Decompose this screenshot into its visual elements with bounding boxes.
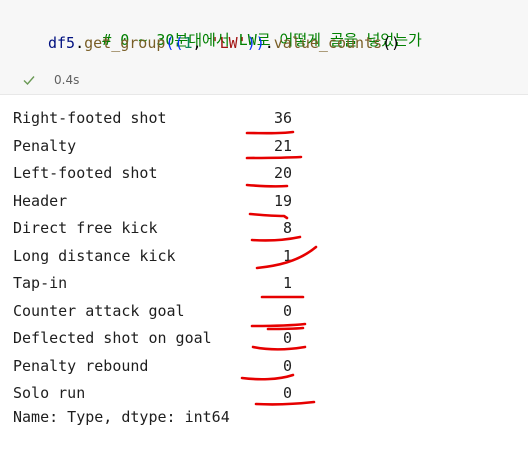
code-variable: df5 — [48, 34, 76, 52]
code-paren-close-outer: ) — [255, 34, 265, 52]
output-footer: Name: Type, dtype: int64 — [13, 408, 230, 426]
output-row-count: 0 — [282, 329, 292, 347]
code-dot: . — [264, 34, 274, 52]
code-call-parens: () — [382, 34, 401, 52]
output-row-label: Penalty rebound — [13, 356, 149, 375]
output-row-count: 36 — [273, 109, 292, 127]
code-method-get-group: get_group — [84, 34, 166, 52]
notebook-page: # 0 ~ 30분대에서 LW로 어떻게 골을 넣었는가 df5.get_gro… — [0, 0, 528, 453]
red-underline-mark — [245, 183, 289, 188]
output-row-label: Solo run — [13, 384, 86, 402]
code-statement-line[interactable]: df5.get_group((1, 'LW')).value_counts() — [48, 33, 400, 53]
code-dot: . — [75, 34, 85, 52]
output-row-label: Tap-in — [13, 274, 68, 292]
output-row-count: 0 — [282, 356, 292, 375]
output-row-count: 20 — [273, 164, 292, 182]
output-row-label: Right-footed shot — [13, 109, 167, 127]
code-comma: , — [192, 34, 211, 52]
output-row-count: 8 — [282, 219, 292, 237]
output-row-label: Direct free kick — [13, 219, 158, 237]
output-row-label: Long distance kick — [13, 246, 176, 265]
output-row-label: Left-footed shot — [13, 164, 158, 182]
code-cell[interactable]: # 0 ~ 30분대에서 LW로 어떻게 골을 넣었는가 df5.get_gro… — [0, 0, 528, 95]
output-row-label: Deflected shot on goal — [13, 329, 212, 347]
execution-status: 0.4s — [22, 72, 79, 88]
output-row-count: 1 — [282, 246, 292, 265]
output-row-count: 19 — [273, 191, 292, 210]
execution-time: 0.4s — [54, 73, 80, 87]
code-number: 1 — [183, 34, 193, 52]
output-row-label: Header — [13, 191, 68, 210]
output-row-count: 21 — [273, 136, 292, 155]
code-string: 'LW' — [210, 34, 247, 52]
output-row-count: 0 — [282, 301, 292, 320]
output-row-label: Counter attack goal — [13, 301, 185, 320]
output-row-count: 1 — [282, 274, 292, 292]
output-row-count: 0 — [282, 384, 292, 402]
code-method-value-counts: value_counts — [273, 34, 383, 52]
output-row-label: Penalty — [13, 136, 77, 155]
code-paren-close-inner: ) — [246, 34, 256, 52]
check-icon — [23, 76, 35, 86]
